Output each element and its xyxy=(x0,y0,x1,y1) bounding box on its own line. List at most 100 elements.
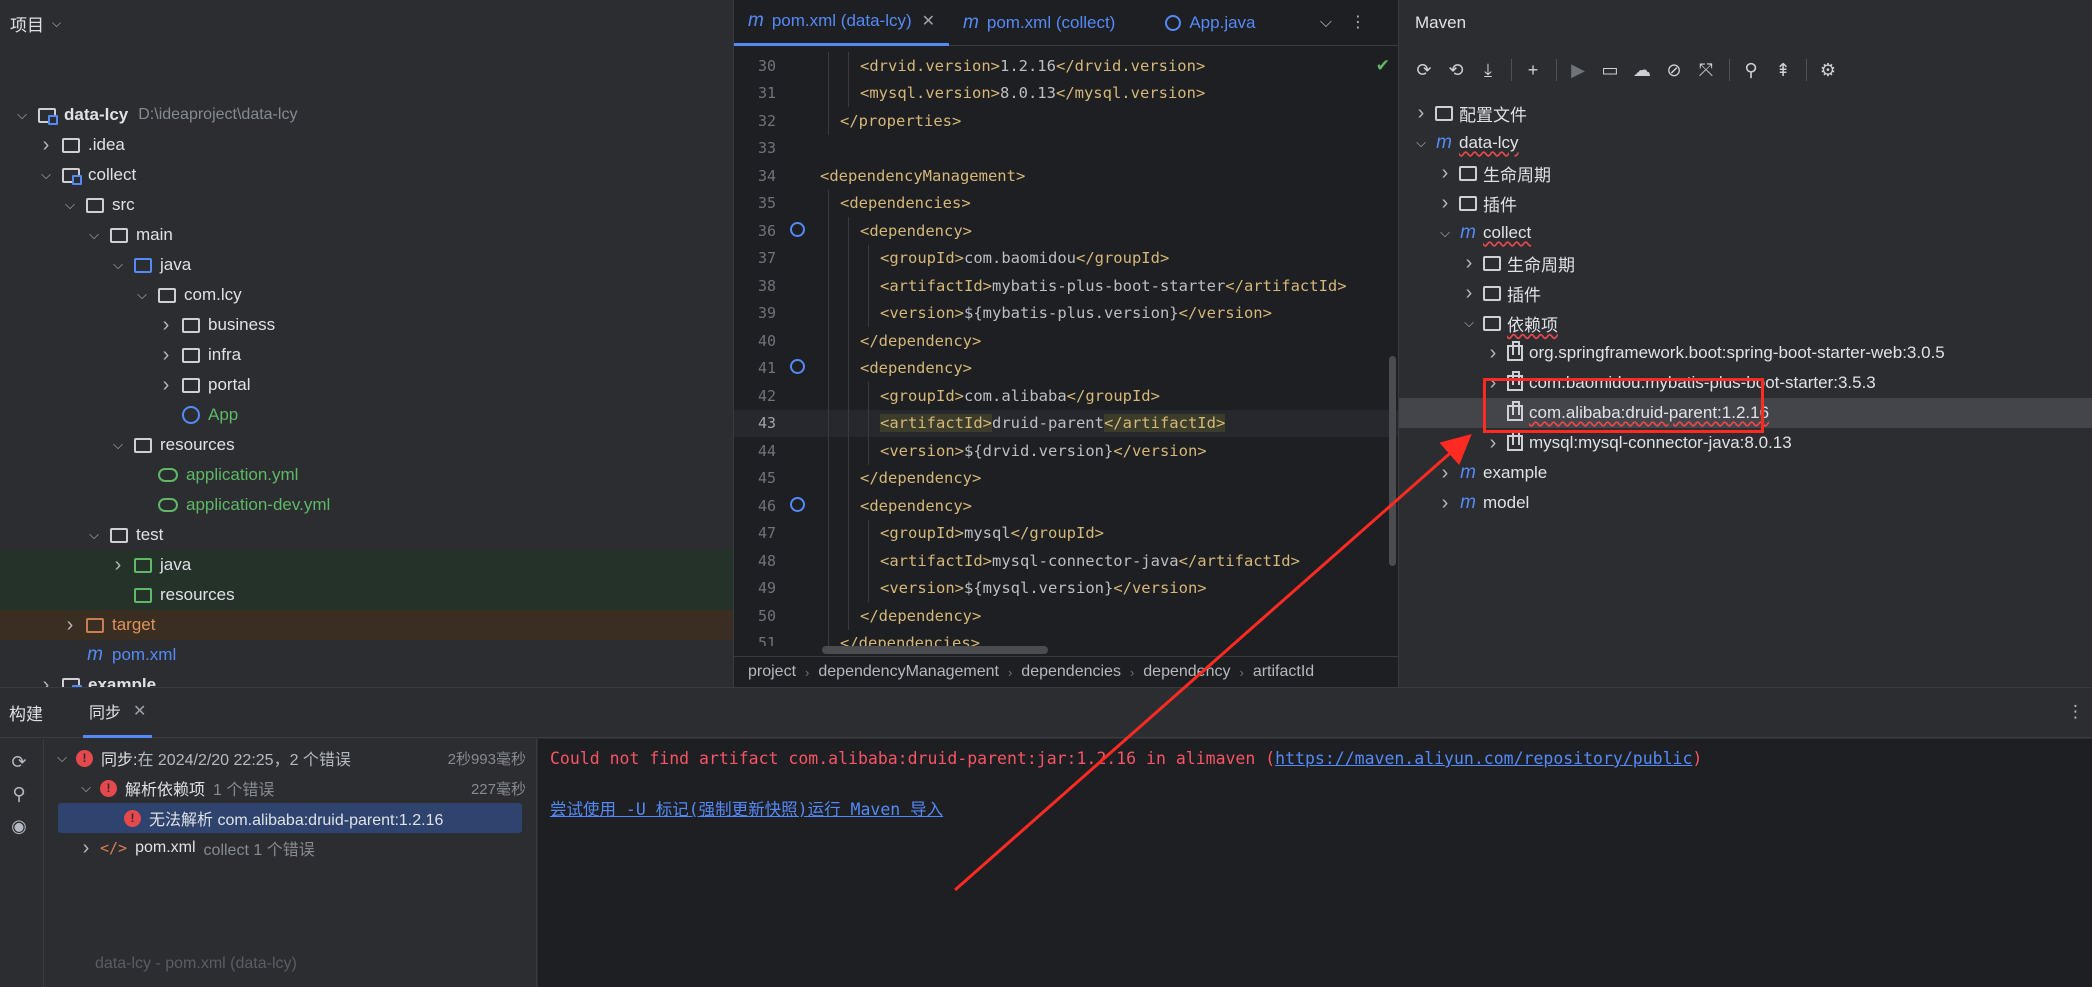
reload-project-icon[interactable]: ⟲ xyxy=(1445,59,1467,81)
maven-tree-item[interactable]: › 生命周期 xyxy=(1399,248,2092,278)
chevron-down-icon[interactable]: ⌵ xyxy=(86,527,102,543)
chevron-right-icon[interactable]: › xyxy=(1461,282,1477,305)
project-tree-item[interactable]: › java xyxy=(0,550,733,580)
maven-tree-item[interactable]: › 插件 xyxy=(1399,188,2092,218)
code-line[interactable]: 34 <dependencyManagement> xyxy=(734,162,1398,190)
code-line[interactable]: 46 <dependency> xyxy=(734,492,1398,520)
code-line[interactable]: 40 </dependency> xyxy=(734,327,1398,355)
project-tree-item[interactable]: › .idea xyxy=(0,130,733,160)
pin-icon[interactable]: ⚲ xyxy=(8,783,30,805)
horizontal-scrollbar[interactable] xyxy=(822,646,1048,654)
maven-tree-item[interactable]: › 插件 xyxy=(1399,278,2092,308)
code-line[interactable]: 39 <version>${mybatis-plus.version}</vers… xyxy=(734,299,1398,327)
chevron-right-icon[interactable]: › xyxy=(1485,432,1501,455)
breadcrumb-item[interactable]: dependencyManagement xyxy=(818,663,999,681)
project-tree-item[interactable]: resources xyxy=(0,580,733,610)
breadcrumb-item[interactable]: dependency xyxy=(1143,663,1230,681)
chevron-right-icon[interactable]: › xyxy=(1461,252,1477,275)
code-line[interactable]: 43 <artifactId>druid-parent</artifactId> xyxy=(734,409,1398,437)
chevron-right-icon[interactable]: › xyxy=(110,554,126,577)
maven-tree-item[interactable]: › m example xyxy=(1399,458,2092,488)
project-tree-item[interactable]: m pom.xml xyxy=(0,640,733,670)
build-tree-item[interactable]: ⌵! 解析依赖项 1 个错误 227毫秒 xyxy=(44,773,536,803)
maven-tree-item[interactable]: › m model xyxy=(1399,488,2092,518)
code-line[interactable]: 44 <version>${drvid.version}</version> xyxy=(734,437,1398,465)
chevron-right-icon[interactable]: › xyxy=(158,344,174,367)
download-icon[interactable]: ⤓ xyxy=(1477,59,1499,81)
chevron-right-icon[interactable]: › xyxy=(38,134,54,157)
add-icon[interactable]: + xyxy=(1522,59,1544,81)
project-tree-item[interactable]: › infra xyxy=(0,340,733,370)
maven-tree-item[interactable]: ⌵ m data-lcy xyxy=(1399,128,2092,158)
code-line[interactable]: 50 </dependency> xyxy=(734,602,1398,630)
chevron-down-icon[interactable]: ⌵ xyxy=(110,437,126,453)
project-tree-item[interactable]: ⌵ data-lcy D:\ideaproject\data-lcy xyxy=(0,100,733,130)
more-vertical-icon[interactable]: ⋮ xyxy=(1350,14,1384,31)
breadcrumb-item[interactable]: artifactId xyxy=(1253,663,1314,681)
project-tree-item[interactable]: ⌵ resources xyxy=(0,430,733,460)
chevron-right-icon[interactable]: › xyxy=(1437,492,1453,515)
execute-goal-icon[interactable]: ▭ xyxy=(1599,59,1621,81)
project-tree-item[interactable]: ⌵ main xyxy=(0,220,733,250)
maven-tree-item[interactable]: ⌵ m collect xyxy=(1399,218,2092,248)
code-line[interactable]: 31 <mysql.version>8.0.13</mysql.version> xyxy=(734,79,1398,107)
code-line[interactable]: 48 <artifactId>mysql-connector-java</arti… xyxy=(734,547,1398,575)
code-line[interactable]: 36 <dependency> xyxy=(734,217,1398,245)
more-vertical-icon[interactable]: ⋮ xyxy=(2067,702,2084,722)
chevron-down-icon[interactable]: ⌵ xyxy=(52,16,61,31)
analyze-icon[interactable]: ⚲ xyxy=(1740,59,1762,81)
show-dependencies-icon[interactable]: ⇞ xyxy=(1772,59,1794,81)
build-tree-item[interactable]: ⌵! 同步: 在 2024/2/20 22:25，2 个错误 2秒993毫秒 xyxy=(44,743,536,773)
code-line[interactable]: 30 <drvid.version>1.2.16</drvid.version> xyxy=(734,52,1398,80)
tab-app-java[interactable]: App.java xyxy=(1151,0,1269,46)
eye-icon[interactable]: ◉ xyxy=(8,815,30,837)
dependency-gutter-icon[interactable] xyxy=(790,496,805,512)
build-tree-item[interactable]: › </> pom.xml collect 1 个错误 xyxy=(44,833,536,863)
dependency-gutter-icon[interactable] xyxy=(790,359,805,375)
chevron-down-icon[interactable]: ⌵ xyxy=(86,227,102,243)
project-tree-item[interactable]: ⌵ src xyxy=(0,190,733,220)
code-line[interactable]: 45 </dependency> xyxy=(734,464,1398,492)
chevron-down-icon[interactable]: ⌵ xyxy=(134,287,150,303)
maven-tree-item[interactable]: › org.springframework.boot:spring-boot-st… xyxy=(1399,338,2092,368)
repository-link[interactable]: https://maven.aliyun.com/repository/publ… xyxy=(1275,749,1692,768)
chevron-down-icon[interactable]: ⌵ xyxy=(78,780,94,796)
chevron-right-icon[interactable]: › xyxy=(1437,192,1453,215)
chevron-down-icon[interactable]: ⌵ xyxy=(1320,14,1350,31)
code-line[interactable]: 35 <dependencies> xyxy=(734,189,1398,217)
project-tree-item[interactable]: ⌵ java xyxy=(0,250,733,280)
project-view-selector[interactable]: 项目 ⌵ xyxy=(0,0,733,46)
chevron-down-icon[interactable]: ⌵ xyxy=(38,167,54,183)
settings-icon[interactable]: ⚙ xyxy=(1817,59,1839,81)
code-line[interactable]: 42 <groupId>com.alibaba</groupId> xyxy=(734,382,1398,410)
project-tree-item[interactable]: › target xyxy=(0,610,733,640)
chevron-right-icon[interactable]: › xyxy=(1485,342,1501,365)
close-icon[interactable]: ✕ xyxy=(133,701,146,721)
maven-tree-item[interactable]: ⌵ 依赖项 xyxy=(1399,308,2092,338)
chevron-down-icon[interactable]: ⌵ xyxy=(14,107,30,123)
force-update-link[interactable]: 尝试使用 -U 标记(强制更新快照)运行 Maven 导入 xyxy=(550,796,943,820)
chevron-down-icon[interactable]: ⌵ xyxy=(62,197,78,213)
code-line[interactable]: 47 <groupId>mysql</groupId> xyxy=(734,519,1398,547)
project-tree-item[interactable]: ⌵ com.lcy xyxy=(0,280,733,310)
chevron-right-icon[interactable]: › xyxy=(158,314,174,337)
offline-icon[interactable]: ☁ xyxy=(1631,59,1653,81)
project-tree-item[interactable]: App xyxy=(0,400,733,430)
dependency-gutter-icon[interactable] xyxy=(790,221,805,237)
chevron-down-icon[interactable]: ⌵ xyxy=(1413,135,1429,151)
code-line[interactable]: 49 <version>${mysql.version}</version> xyxy=(734,574,1398,602)
build-tree-item[interactable]: ! 无法解析 com.alibaba:druid-parent:1.2.16 xyxy=(58,803,522,833)
tab-sync[interactable]: 同步 ✕ xyxy=(83,688,153,738)
chevron-right-icon[interactable]: › xyxy=(1437,162,1453,185)
breadcrumb-item[interactable]: project xyxy=(748,663,796,681)
project-tree-item[interactable]: ⌵ test xyxy=(0,520,733,550)
chevron-down-icon[interactable]: ⌵ xyxy=(110,257,126,273)
code-editor[interactable]: 30 <drvid.version>1.2.16</drvid.version> 3… xyxy=(734,52,1398,646)
maven-tree-item[interactable]: › 生命周期 xyxy=(1399,158,2092,188)
code-line[interactable]: 51 </dependencies> xyxy=(734,629,1398,646)
reload-icon[interactable]: ⟳ xyxy=(1413,59,1435,81)
tab-pom-data-lcy[interactable]: m pom.xml (data-lcy) ✕ xyxy=(734,0,950,46)
code-line[interactable]: 41 <dependency> xyxy=(734,354,1398,382)
tab-actions[interactable]: ⌵⋮ xyxy=(1320,12,1384,32)
project-tree-item[interactable]: application-dev.yml xyxy=(0,490,733,520)
